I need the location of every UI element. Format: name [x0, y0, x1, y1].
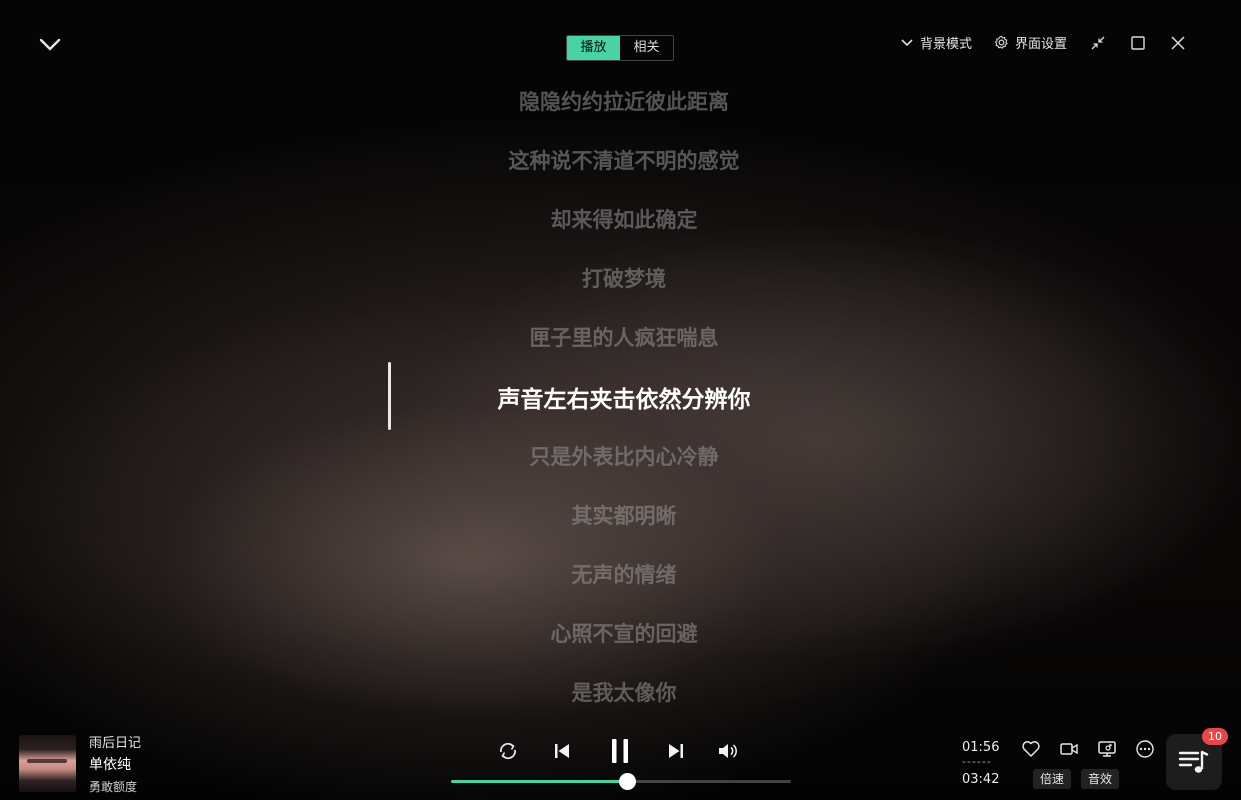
playlist-icon [1178, 750, 1209, 773]
album-cover[interactable] [19, 735, 76, 792]
shrink-icon [1091, 36, 1105, 49]
time-separator: ------ [962, 755, 992, 768]
song-title[interactable]: 雨后日记 [89, 732, 141, 751]
lyric-line[interactable]: 却来得如此确定 [0, 204, 1241, 234]
sound-effect-button[interactable]: 音效 [1081, 769, 1120, 789]
tab-play[interactable]: 播放 [567, 36, 620, 60]
desktop-lyrics-button[interactable] [1096, 738, 1118, 760]
ui-settings-button[interactable]: 界面设置 [994, 33, 1067, 52]
gear-icon [994, 35, 1008, 49]
maximize-icon [1131, 35, 1145, 50]
view-tab-switch: 播放 相关 [566, 35, 674, 61]
desktop-lyrics-icon [1098, 741, 1116, 757]
progress-fill [451, 780, 628, 783]
pause-button[interactable] [604, 735, 636, 767]
background-mode-label: 背景模式 [919, 37, 972, 52]
pause-icon [612, 739, 628, 763]
close-button[interactable] [1169, 34, 1187, 52]
lyric-line[interactable]: 隐隐约约拉近彼此距离 [0, 86, 1241, 116]
more-icon [1136, 740, 1154, 758]
maximize-button[interactable] [1129, 34, 1147, 52]
total-time: 03:42 [962, 772, 1000, 787]
lyric-line[interactable]: 只是外表比内心冷静 [0, 441, 1241, 471]
lyric-line[interactable]: 是我太像你 [0, 677, 1241, 707]
cover-art-detail [27, 759, 67, 763]
lyric-line[interactable]: 匣子里的人疯狂喘息 [0, 322, 1241, 352]
skip-previous-icon [555, 744, 569, 758]
volume-icon [719, 744, 737, 758]
repeat-icon [500, 742, 516, 760]
playlist-count-badge: 10 [1202, 728, 1228, 745]
more-button[interactable] [1134, 738, 1156, 760]
background-mode-button[interactable]: 背景模式 [900, 33, 972, 52]
ui-settings-label: 界面设置 [1014, 37, 1067, 52]
lyric-line[interactable]: 心照不宣的回避 [0, 618, 1241, 648]
song-album[interactable]: 勇敢额度 [89, 778, 137, 795]
mv-button[interactable] [1058, 738, 1080, 760]
previous-button[interactable] [548, 737, 576, 765]
extra-actions [1020, 738, 1156, 760]
transport-controls [494, 735, 742, 767]
current-time: 01:56 [962, 740, 1000, 755]
heart-icon [1022, 741, 1040, 757]
speed-button[interactable]: 倍速 [1033, 769, 1072, 789]
lyric-line[interactable]: 打破梦境 [0, 263, 1241, 293]
song-artist[interactable]: 单依纯 [89, 754, 131, 774]
mini-mode-button[interactable] [1089, 34, 1107, 52]
progress-handle[interactable] [619, 773, 637, 790]
tab-related[interactable]: 相关 [620, 36, 673, 60]
next-button[interactable] [662, 737, 690, 765]
lyric-line[interactable]: 无声的情绪 [0, 559, 1241, 589]
skip-next-icon [669, 744, 683, 758]
volume-button[interactable] [714, 737, 742, 765]
lyric-line[interactable]: 其实都明晰 [0, 500, 1241, 530]
repeat-button[interactable] [494, 737, 522, 765]
chevron-down-icon [901, 38, 913, 46]
lyric-line[interactable]: 这种说不清道不明的感觉 [0, 145, 1241, 175]
chevron-down-icon [39, 38, 61, 51]
close-icon [1171, 35, 1185, 50]
like-button[interactable] [1020, 738, 1042, 760]
top-right-toolbar: 背景模式 界面设置 [900, 33, 1187, 52]
video-icon [1060, 743, 1078, 755]
collapse-button[interactable] [36, 34, 64, 56]
lyric-line-current[interactable]: 声音左右夹击依然分辨你 [0, 380, 1241, 414]
